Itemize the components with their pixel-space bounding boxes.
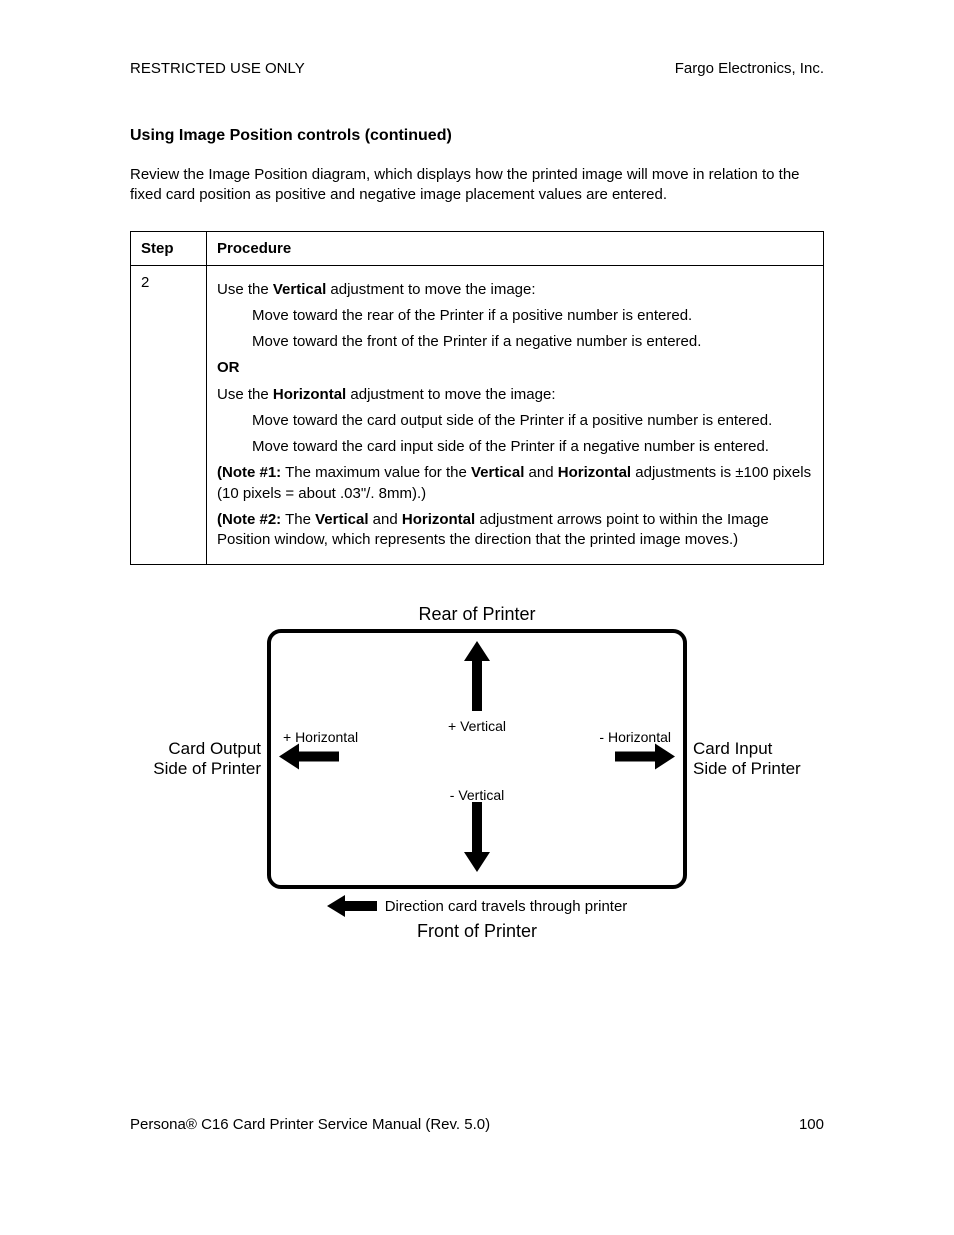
procedure-cell: Use the Vertical adjustment to move the … [207, 265, 824, 565]
proc-bullet: Move toward the card input side of the P… [217, 437, 813, 457]
procedure-table: Step Procedure 2 Use the Vertical adjust… [130, 231, 824, 566]
proc-bullet: Move toward the rear of the Printer if a… [217, 306, 813, 326]
diagram-top-label: Rear of Printer [141, 604, 813, 625]
label-plus-vertical: + Vertical [448, 718, 506, 734]
proc-line-horizontal: Use the Horizontal adjustment to move th… [217, 385, 813, 405]
step-number: 2 [131, 265, 207, 565]
diagram-right-label: Card Input Side of Printer [693, 739, 813, 780]
intro-paragraph: Review the Image Position diagram, which… [130, 165, 824, 206]
diagram-bottom-label: Front of Printer [141, 921, 813, 942]
proc-line-vertical: Use the Vertical adjustment to move the … [217, 280, 813, 300]
proc-or: OR [217, 358, 813, 378]
footer-page-number: 100 [799, 1116, 824, 1133]
table-row: 2 Use the Vertical adjustment to move th… [131, 265, 824, 565]
image-position-diagram: Rear of Printer Card Output Side of Prin… [130, 600, 824, 946]
table-header-row: Step Procedure [131, 231, 824, 265]
arrow-up-icon [464, 641, 490, 716]
header-right: Fargo Electronics, Inc. [675, 60, 824, 77]
diagram-travel-row: Direction card travels through printer [141, 895, 813, 917]
page-header: RESTRICTED USE ONLY Fargo Electronics, I… [130, 60, 824, 77]
footer-left: Persona® C16 Card Printer Service Manual… [130, 1116, 490, 1133]
section-title: Using Image Position controls (continued… [130, 127, 824, 145]
label-minus-vertical: - Vertical [450, 787, 504, 803]
label-plus-horizontal: + Horizontal [283, 729, 358, 745]
label-minus-horizontal: - Horizontal [599, 729, 671, 745]
diagram-card-box: + Vertical + Horizontal - Horizontal - V… [267, 629, 687, 889]
proc-bullet: Move toward the front of the Printer if … [217, 332, 813, 352]
col-header-step: Step [131, 231, 207, 265]
proc-note-1: (Note #1: The maximum value for the Vert… [217, 463, 813, 504]
arrow-down-icon [464, 802, 490, 877]
arrow-left-icon [279, 744, 339, 775]
arrow-left-icon [327, 895, 377, 917]
arrow-right-icon [615, 744, 675, 775]
diagram-travel-label: Direction card travels through printer [385, 898, 628, 915]
col-header-procedure: Procedure [207, 231, 824, 265]
proc-bullet: Move toward the card output side of the … [217, 411, 813, 431]
header-left: RESTRICTED USE ONLY [130, 60, 305, 77]
diagram-left-label: Card Output Side of Printer [141, 739, 261, 780]
proc-note-2: (Note #2: The Vertical and Horizontal ad… [217, 510, 813, 551]
page-footer: Persona® C16 Card Printer Service Manual… [130, 1116, 824, 1133]
